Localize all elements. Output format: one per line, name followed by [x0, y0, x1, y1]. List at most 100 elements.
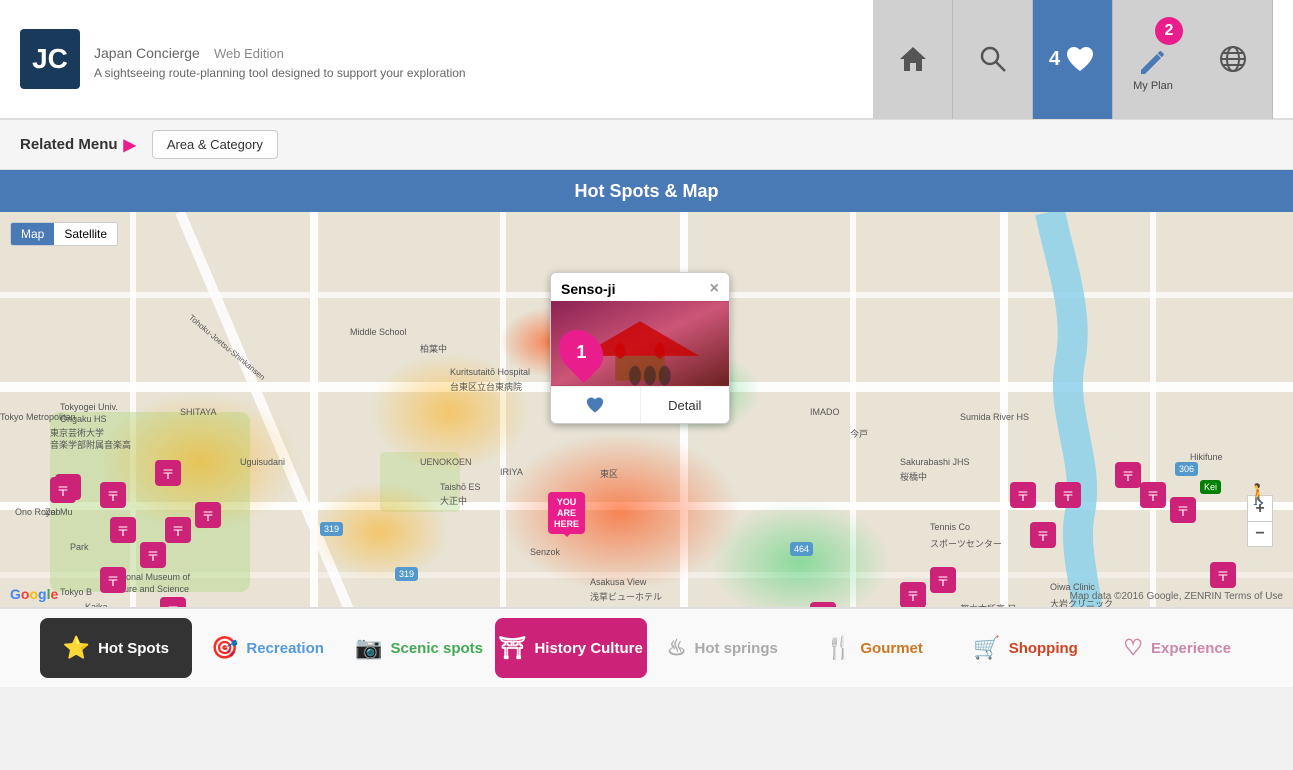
map-label-shitaya: SHITAYA	[180, 407, 217, 417]
route-badge-306: 306	[1175, 462, 1198, 476]
scenic-spots-icon: 📷	[355, 635, 382, 661]
map-label-taishō2: 大正中	[440, 494, 467, 507]
map-label-kaikan: Kaika	[85, 602, 108, 607]
map-attribution: Map data ©2016 Google, ZENRIN Terms of U…	[1070, 591, 1283, 602]
map-pin-51[interactable]: 〒	[50, 477, 76, 503]
map-pin-36[interactable]: 〒	[810, 602, 836, 607]
tab-gourmet-label: Gourmet	[860, 640, 923, 657]
tab-gourmet[interactable]: 🍴 Gourmet	[798, 618, 950, 678]
shopping-icon: 🛒	[973, 635, 1000, 661]
map-type-control: Map Satellite	[10, 222, 118, 246]
pencil-icon	[1137, 46, 1169, 78]
tab-hot-springs[interactable]: ♨ Hot springs	[647, 618, 799, 678]
search-icon	[977, 43, 1009, 75]
zoom-out-button[interactable]: −	[1247, 521, 1273, 547]
favorites-button[interactable]: 4	[1033, 0, 1113, 119]
map-label-geijutsu2: 音楽学部附属音楽高	[50, 438, 131, 451]
map-label-hikifune: Hikifune	[1190, 452, 1223, 462]
home-button[interactable]	[873, 0, 953, 119]
map-pin-5[interactable]: 〒	[140, 542, 166, 568]
related-menu: Related Menu ▶	[20, 135, 136, 155]
area-category-button[interactable]: Area & Category	[152, 130, 278, 159]
tab-experience[interactable]: ♡ Experience	[1101, 618, 1253, 678]
map-label-sakura: Sakurabashi JHS	[900, 457, 970, 467]
map-container[interactable]: UENOKOEN Zoo Park National Museum of Nat…	[0, 212, 1293, 607]
map-pin-52[interactable]: 〒	[1055, 482, 1081, 508]
map-type-map-button[interactable]: Map	[11, 223, 54, 245]
tab-recreation[interactable]: 🎯 Recreation	[192, 618, 344, 678]
map-background: UENOKOEN Zoo Park National Museum of Nat…	[0, 212, 1293, 607]
hot-springs-icon: ♨	[667, 635, 687, 661]
map-label-senzoku: Senzok	[530, 547, 560, 557]
sub-header: Related Menu ▶ Area & Category	[0, 120, 1293, 170]
search-button[interactable]	[953, 0, 1033, 119]
map-pin-46[interactable]: 〒	[1030, 522, 1056, 548]
category-tabs: ⭐ Hot Spots 🎯 Recreation 📷 Scenic spots …	[0, 607, 1293, 687]
tab-experience-label: Experience	[1151, 640, 1231, 657]
tab-scenic-spots-label: Scenic spots	[390, 640, 483, 657]
popup-close-button[interactable]: ×	[710, 281, 719, 297]
map-title-bar: Hot Spots & Map	[0, 170, 1293, 212]
map-type-satellite-button[interactable]: Satellite	[54, 223, 117, 245]
logo-icon: JC	[20, 29, 80, 89]
route-badge-keiyo: Kei	[1200, 480, 1221, 494]
map-label-sports: スポーツセンター	[930, 537, 1002, 550]
map-label-royalmu: Ono Royal Mu	[15, 507, 73, 517]
map-pin-3[interactable]: 〒	[155, 460, 181, 486]
map-pin-50[interactable]: 〒	[1140, 482, 1166, 508]
my-plan-button[interactable]: 2 My Plan	[1113, 0, 1193, 119]
plan-badge: 2	[1155, 17, 1183, 45]
globe-button[interactable]	[1193, 0, 1273, 119]
home-icon	[897, 43, 929, 75]
map-label-sumida: Sumida River HS	[960, 412, 1029, 422]
map-pin-53[interactable]: 〒	[1170, 497, 1196, 523]
popup-like-button[interactable]	[551, 387, 641, 423]
tab-hot-springs-label: Hot springs	[695, 640, 778, 657]
map-pin-55[interactable]: 〒	[1210, 562, 1236, 588]
map-label-kashiwa: 柏葉中	[420, 342, 447, 355]
tab-hot-spots[interactable]: ⭐ Hot Spots	[40, 618, 192, 678]
tab-scenic-spots[interactable]: 📷 Scenic spots	[343, 618, 495, 678]
street-view-icon[interactable]: 🚶	[1246, 482, 1271, 507]
map-pin-41[interactable]: 〒	[900, 582, 926, 607]
popup-pin-number: 1	[576, 342, 586, 363]
map-label-taito: 東区	[600, 467, 618, 480]
map-pin-6[interactable]: 〒	[165, 517, 191, 543]
map-pin-2[interactable]: 〒	[100, 482, 126, 508]
map-label-sakura2: 桜橋中	[900, 470, 927, 483]
map-label-middle-school: Middle School	[350, 327, 407, 337]
related-menu-label: Related Menu	[20, 136, 118, 153]
you-are-here-marker: YOU ARE HERE	[548, 492, 585, 534]
history-culture-icon: ⛩	[499, 635, 527, 661]
map-pin-7[interactable]: 〒	[195, 502, 221, 528]
favorites-count: 4	[1049, 48, 1060, 71]
map-pin-49[interactable]: 〒	[1115, 462, 1141, 488]
map-pin-42[interactable]: 〒	[930, 567, 956, 593]
tab-shopping[interactable]: 🛒 Shopping	[950, 618, 1102, 678]
tab-shopping-label: Shopping	[1009, 640, 1078, 657]
popup-detail-button[interactable]: Detail	[641, 387, 730, 423]
map-label-ueno: UENOKOEN	[420, 457, 472, 467]
location-popup: Senso-ji ×	[550, 272, 730, 424]
route-badge-464: 464	[790, 542, 813, 556]
map-label-kuritsutaito: Kuritsutaitō Hospital	[450, 367, 530, 377]
map-pin-4[interactable]: 〒	[110, 517, 136, 543]
map-label-asakusa-view: Asakusa View	[590, 577, 646, 587]
tab-history-culture[interactable]: ⛩ History Culture	[495, 618, 647, 678]
map-label-iriya: IRIYA	[500, 467, 523, 477]
tab-recreation-label: Recreation	[246, 640, 324, 657]
app-name: Japan Concierge Web Edition	[94, 38, 466, 64]
logo-text-area: Japan Concierge Web Edition A sightseein…	[94, 38, 466, 80]
tab-hot-spots-label: Hot Spots	[98, 640, 169, 657]
map-label-imado2: 今戸	[850, 427, 868, 440]
map-label-taishō: Taishō ES	[440, 482, 481, 492]
map-pin-8[interactable]: 〒	[100, 567, 126, 593]
map-pin-12[interactable]: 〒	[160, 597, 186, 607]
logo-area: JC Japan Concierge Web Edition A sightse…	[20, 29, 466, 89]
popup-header: Senso-ji ×	[551, 273, 729, 301]
popup-actions: Detail	[551, 386, 729, 423]
popup-title: Senso-ji	[561, 281, 615, 297]
heart-icon	[1064, 43, 1096, 75]
my-plan-label: My Plan	[1133, 80, 1173, 92]
map-pin-45[interactable]: 〒	[1010, 482, 1036, 508]
